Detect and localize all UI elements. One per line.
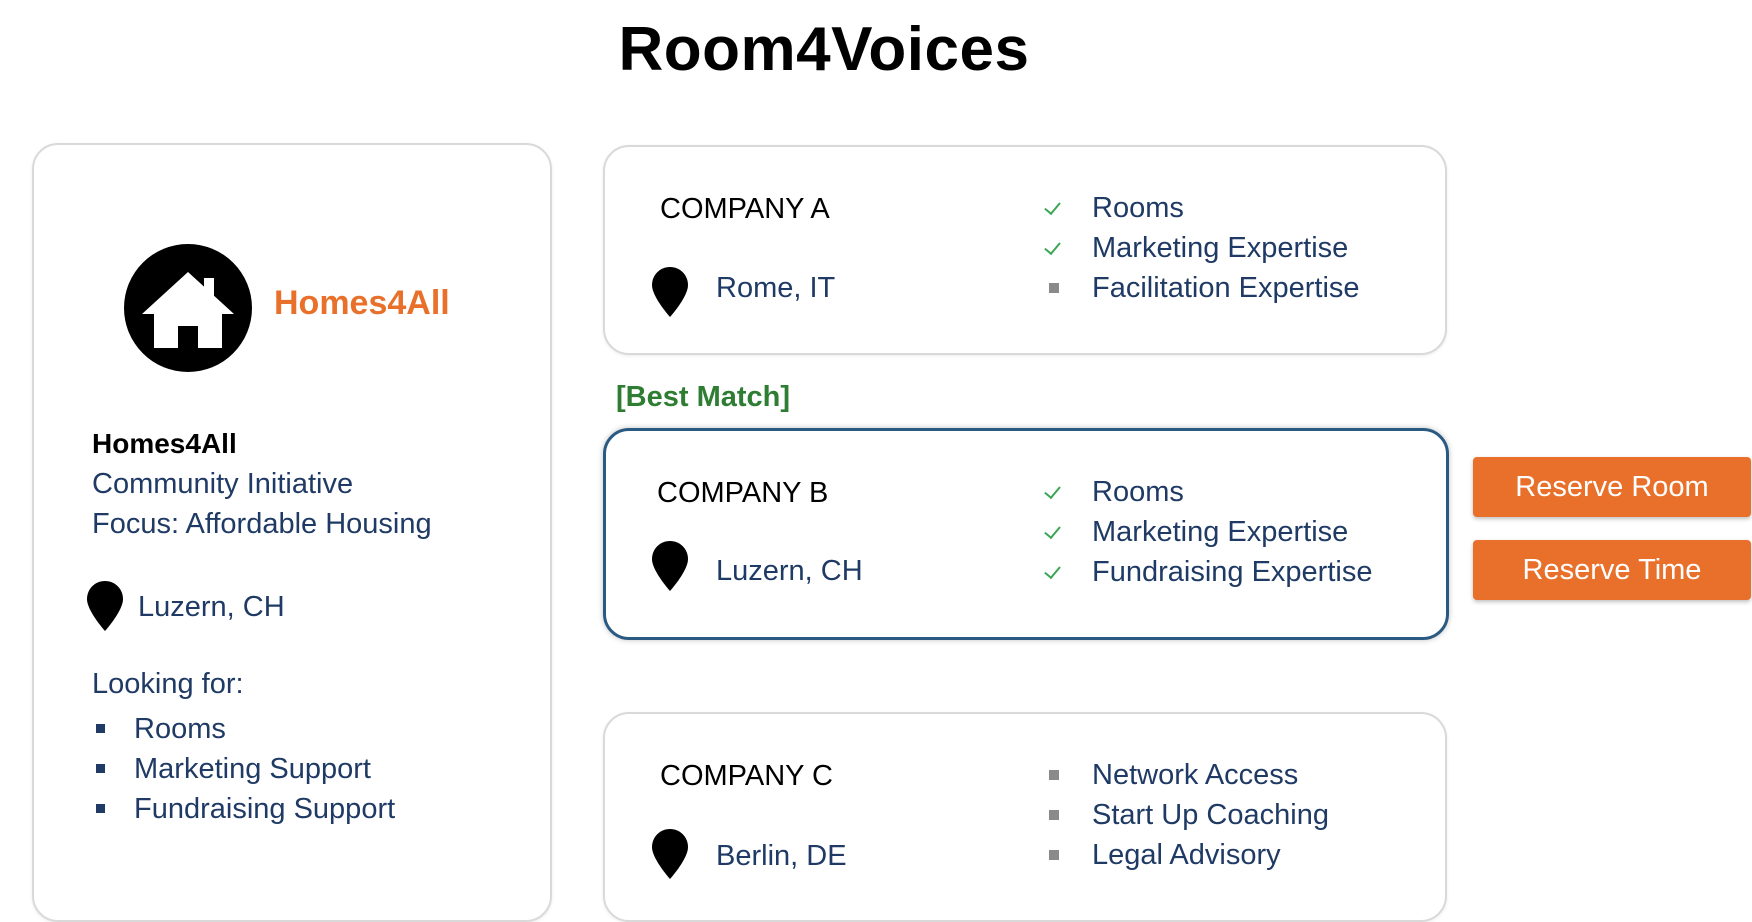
company-features: Rooms Marketing Expertise Fundraising Ex… bbox=[1040, 472, 1372, 592]
location-pin-icon bbox=[86, 580, 124, 632]
feature-item: Marketing Expertise bbox=[1040, 512, 1372, 552]
square-bullet-icon bbox=[96, 724, 105, 733]
feature-item: Marketing Expertise bbox=[1040, 228, 1360, 268]
list-item: Rooms bbox=[96, 709, 516, 749]
best-match-label: [Best Match] bbox=[616, 381, 791, 413]
feature-item: Facilitation Expertise bbox=[1040, 268, 1360, 308]
company-location: Luzern, CH bbox=[716, 555, 863, 587]
list-item: Fundraising Support bbox=[96, 789, 516, 829]
company-features: Rooms Marketing Expertise Facilitation E… bbox=[1040, 188, 1360, 308]
company-location: Berlin, DE bbox=[716, 840, 847, 872]
check-icon bbox=[1040, 552, 1070, 592]
square-bullet-icon bbox=[1040, 795, 1070, 835]
profile-type: Community Initiative bbox=[92, 468, 354, 500]
feature-item: Rooms bbox=[1040, 472, 1372, 512]
profile-location: Luzern, CH bbox=[138, 591, 285, 623]
square-bullet-icon bbox=[96, 804, 105, 813]
company-name: COMPANY B bbox=[657, 477, 829, 509]
feature-item: Rooms bbox=[1040, 188, 1360, 228]
logo-wordmark: Homes4All bbox=[274, 284, 450, 322]
list-item: Marketing Support bbox=[96, 749, 516, 789]
feature-item: Network Access bbox=[1040, 755, 1329, 795]
location-pin-icon bbox=[651, 540, 689, 592]
square-bullet-icon bbox=[1040, 268, 1070, 308]
square-bullet-icon bbox=[1040, 755, 1070, 795]
square-bullet-icon bbox=[1040, 835, 1070, 875]
company-features: Network Access Start Up Coaching Legal A… bbox=[1040, 755, 1329, 875]
reserve-time-button[interactable]: Reserve Time bbox=[1473, 540, 1751, 600]
check-icon bbox=[1040, 188, 1070, 228]
check-icon bbox=[1040, 228, 1070, 268]
looking-for-label: Looking for: bbox=[92, 668, 244, 700]
location-pin-icon bbox=[651, 266, 689, 318]
check-icon bbox=[1040, 512, 1070, 552]
company-name: COMPANY A bbox=[660, 193, 830, 225]
feature-item: Start Up Coaching bbox=[1040, 795, 1329, 835]
profile-focus: Focus: Affordable Housing bbox=[92, 508, 432, 540]
app-title: Room4Voices bbox=[618, 15, 1030, 84]
company-location: Rome, IT bbox=[716, 272, 836, 304]
square-bullet-icon bbox=[96, 764, 105, 773]
location-pin-icon bbox=[651, 828, 689, 880]
house-logo-icon bbox=[124, 244, 252, 372]
looking-for-list: Rooms Marketing Support Fundraising Supp… bbox=[96, 709, 516, 829]
profile-name: Homes4All bbox=[92, 428, 237, 459]
feature-item: Legal Advisory bbox=[1040, 835, 1329, 875]
feature-item: Fundraising Expertise bbox=[1040, 552, 1372, 592]
company-name: COMPANY C bbox=[660, 760, 833, 792]
check-icon bbox=[1040, 472, 1070, 512]
reserve-room-button[interactable]: Reserve Room bbox=[1473, 457, 1751, 517]
